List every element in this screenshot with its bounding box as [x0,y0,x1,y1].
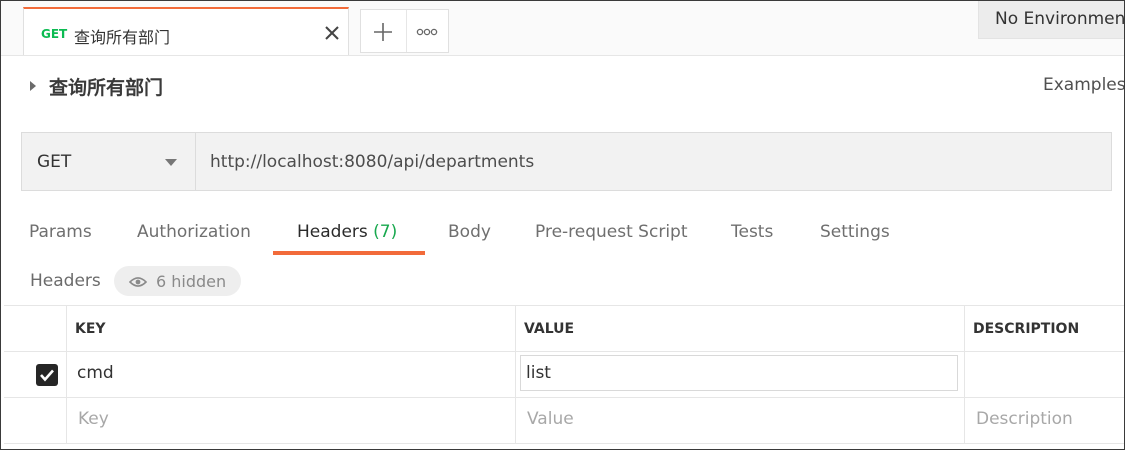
url-input[interactable] [196,133,1111,190]
tab-headers-label: Headers [297,222,368,242]
tab-body[interactable]: Body [448,222,491,242]
method-select[interactable]: GET [22,133,196,190]
examples-link[interactable]: Examples [1043,75,1124,95]
active-tab-indicator [273,251,425,255]
plus-icon[interactable] [361,10,407,52]
description-placeholder[interactable]: Description [976,409,1073,429]
environment-select[interactable]: No Environment [978,1,1125,39]
url-bar: GET [21,132,1112,191]
table-row: cmd list [4,352,1124,398]
tab-headers[interactable]: Headers (7) [297,222,397,242]
column-divider [964,305,965,444]
column-header-value: VALUE [524,321,575,337]
header-value-input[interactable]: list [520,355,958,391]
headers-table: KEY VALUE DESCRIPTION cmd list Key Value… [4,305,1124,445]
environment-label: No Environment [995,9,1125,29]
table-row-new: Key Value Description [4,398,1124,444]
column-divider [66,305,67,444]
request-title-row: 查询所有部门 Examples [1,56,1124,116]
tab-tests[interactable]: Tests [731,222,773,242]
close-icon[interactable] [322,23,342,43]
headers-meta: Headers 6 hidden [1,263,1124,299]
column-divider [515,305,516,444]
key-placeholder[interactable]: Key [78,409,109,429]
header-key-cell[interactable]: cmd [77,363,114,383]
request-title[interactable]: 查询所有部门 [49,73,163,100]
headers-label: Headers [30,271,101,291]
tab-params[interactable]: Params [29,222,92,242]
request-tab[interactable]: GET 查询所有部门 [23,7,349,55]
tab-headers-count: (7) [373,222,398,242]
tab-pre-request-script[interactable]: Pre-request Script [535,222,688,242]
tab-strip: GET 查询所有部门 No Environment [1,1,1124,56]
method-label: GET [37,152,72,172]
request-tab-method: GET [41,27,68,41]
tab-actions [360,9,449,53]
row-enabled-checkbox[interactable] [36,364,58,386]
column-header-description: DESCRIPTION [973,321,1080,337]
request-tab-name: 查询所有部门 [74,28,171,47]
tab-settings[interactable]: Settings [820,222,890,242]
table-header-row: KEY VALUE DESCRIPTION [4,305,1124,352]
value-placeholder[interactable]: Value [527,409,574,429]
hidden-count-label: 6 hidden [156,272,227,291]
caret-right-icon[interactable] [30,81,36,91]
app-window: GET 查询所有部门 No Environment 查询所有部门 Example… [0,0,1125,450]
eye-icon [128,274,148,288]
hidden-headers-toggle[interactable]: 6 hidden [114,266,241,296]
request-section-tabs: Params Authorization Headers (7) Body Pr… [1,216,1124,258]
more-horizontal-icon[interactable] [406,10,448,52]
column-header-key: KEY [75,321,106,337]
chevron-down-icon [165,159,177,166]
header-value-text: list [526,363,551,383]
tab-authorization[interactable]: Authorization [137,222,251,242]
